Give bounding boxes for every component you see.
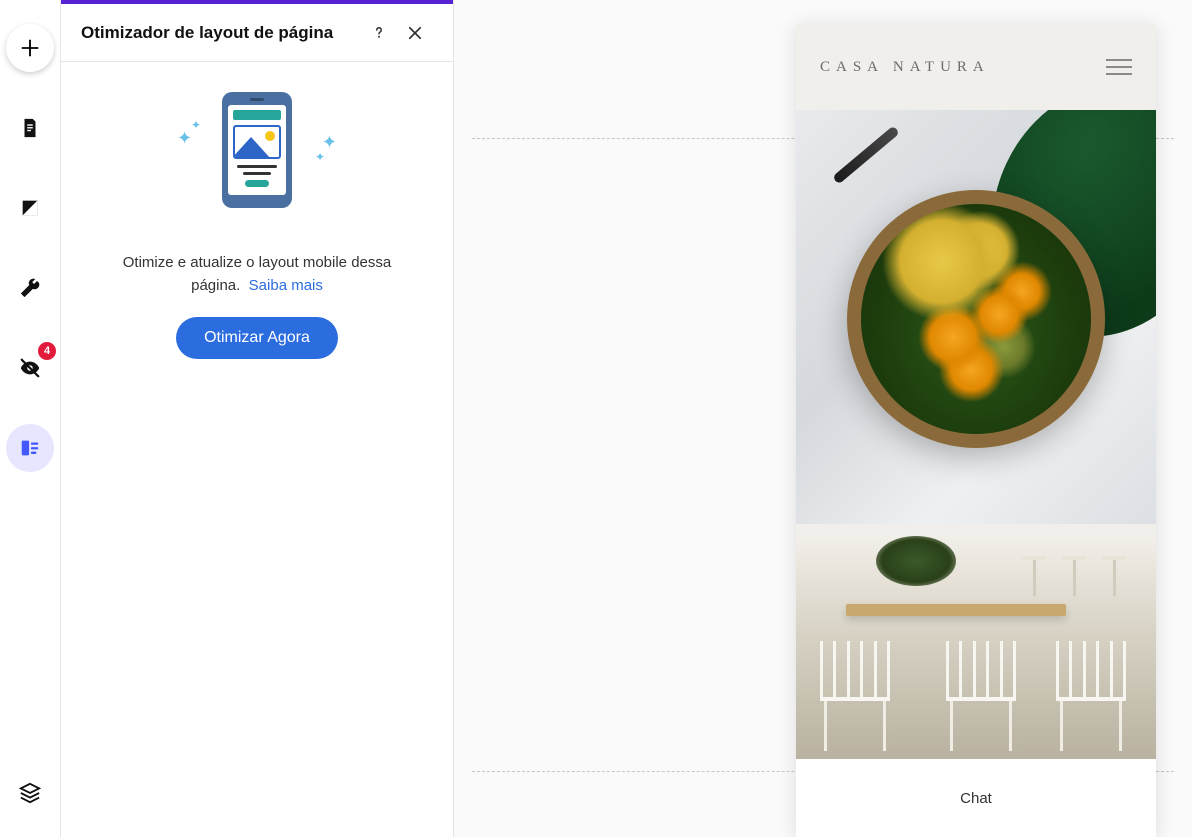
- close-icon: [406, 24, 424, 42]
- close-panel-button[interactable]: [397, 15, 433, 51]
- layout-icon: [19, 437, 41, 459]
- eye-off-icon: [19, 357, 41, 379]
- hero-food-image[interactable]: [796, 110, 1156, 524]
- help-button[interactable]: [361, 15, 397, 51]
- phone-illustration: ✦ ✦ ✦ ✦: [177, 92, 337, 222]
- hidden-elements-button[interactable]: 4: [6, 344, 54, 392]
- editor-canvas: CASA NATURA: [454, 0, 1192, 837]
- wrench-icon: [19, 277, 41, 299]
- interior-image[interactable]: [796, 536, 1156, 759]
- sparkle-icon: ✦: [315, 150, 325, 164]
- question-icon: [370, 24, 388, 42]
- menu-button[interactable]: [1106, 59, 1132, 75]
- left-icon-sidebar: 4: [0, 0, 60, 837]
- optimize-now-button[interactable]: Otimizar Agora: [176, 317, 338, 359]
- hamburger-icon: [1106, 59, 1132, 61]
- chat-link[interactable]: Chat: [960, 790, 992, 807]
- panel-header: Otimizador de layout de página: [61, 4, 453, 62]
- mobile-preview: CASA NATURA: [796, 24, 1156, 837]
- site-content: [796, 110, 1156, 759]
- site-logo-text[interactable]: CASA NATURA: [820, 59, 990, 76]
- panel-body: ✦ ✦ ✦ ✦ Otimize e atualize o layout mobi…: [61, 62, 453, 389]
- learn-more-link[interactable]: Saiba mais: [249, 277, 323, 294]
- optimizer-description: Otimize e atualize o layout mobile dessa…: [101, 252, 413, 297]
- panel-title: Otimizador de layout de página: [81, 23, 361, 43]
- layout-optimizer-button[interactable]: [6, 424, 54, 472]
- pages-button[interactable]: [6, 104, 54, 152]
- contrast-square-icon: [19, 197, 41, 219]
- layers-button[interactable]: [6, 769, 54, 817]
- sparkle-icon: ✦: [191, 118, 201, 132]
- layers-icon: [19, 782, 41, 804]
- page-icon: [19, 117, 41, 139]
- design-button[interactable]: [6, 184, 54, 232]
- plus-icon: [19, 37, 41, 59]
- site-footer: Chat: [796, 759, 1156, 837]
- badge-count: 4: [38, 342, 56, 360]
- site-header: CASA NATURA: [796, 24, 1156, 110]
- add-element-button[interactable]: [6, 24, 54, 72]
- tools-button[interactable]: [6, 264, 54, 312]
- sparkle-icon: ✦: [177, 128, 192, 149]
- optimizer-panel: Otimizador de layout de página ✦ ✦ ✦ ✦: [60, 0, 454, 837]
